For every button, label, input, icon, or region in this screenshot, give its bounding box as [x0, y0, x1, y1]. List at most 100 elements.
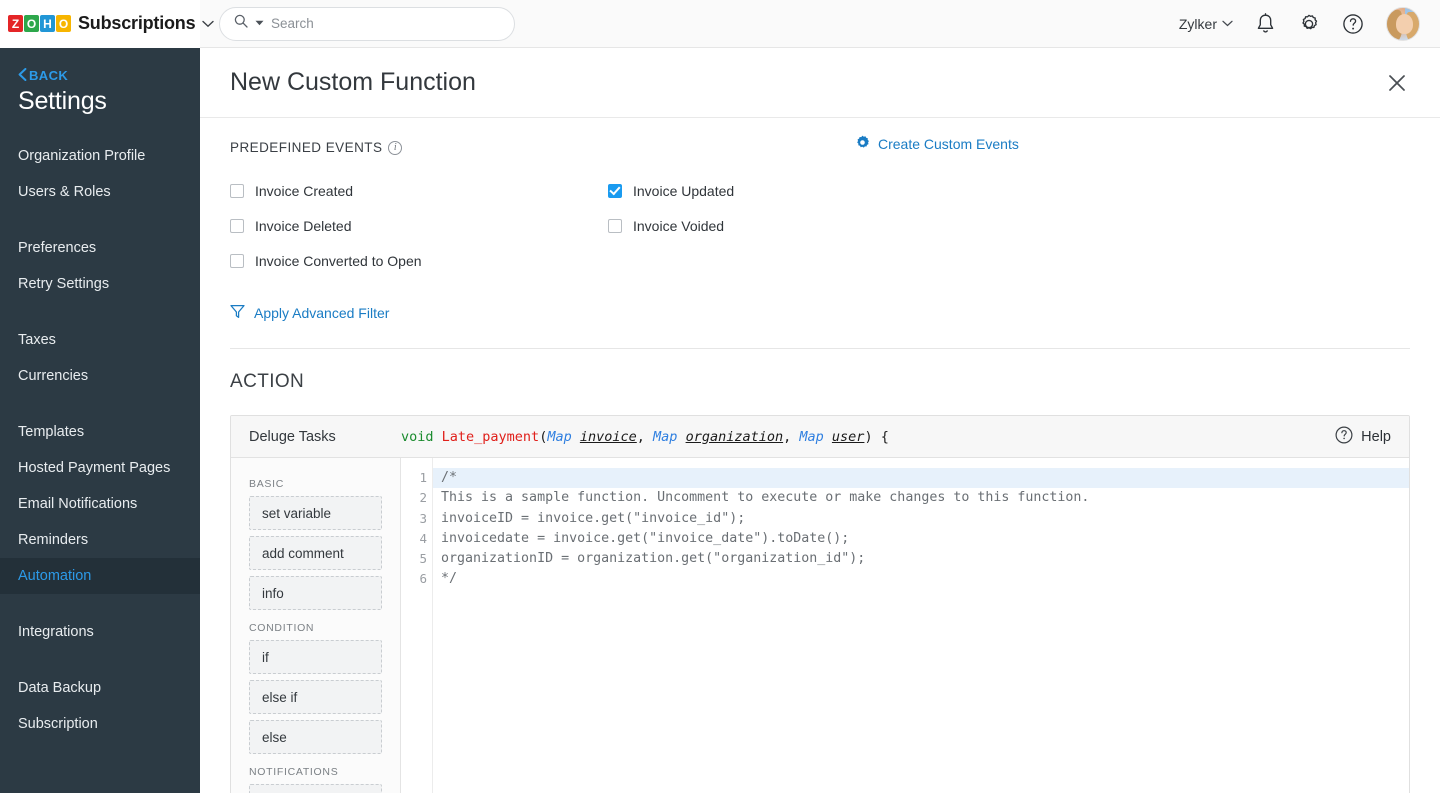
line-number: 4	[401, 529, 432, 549]
help-label: Help	[1361, 429, 1391, 445]
deluge-tasks-label: Deluge Tasks	[231, 429, 401, 445]
sidebar-item-organization-profile[interactable]: Organization Profile	[0, 138, 200, 174]
signature-param-type: Map	[653, 429, 677, 445]
main-panel: New Custom Function PREDEFINED EVENTS i …	[200, 48, 1440, 793]
task-chip-if[interactable]: if	[249, 640, 382, 674]
signature-close: ) {	[864, 429, 888, 445]
chevron-down-icon[interactable]	[202, 17, 214, 31]
sidebar-item-label: Users & Roles	[18, 184, 111, 200]
search-icon	[234, 14, 248, 33]
event-checkbox-invoice-created[interactable]: Invoice Created	[230, 173, 608, 208]
search-area: Search	[219, 7, 515, 41]
code-line-text: /*	[441, 470, 457, 485]
code-area[interactable]: /* This is a sample function. Uncomment t…	[433, 458, 1409, 793]
bell-icon[interactable]	[1255, 13, 1276, 35]
event-checkbox-invoice-updated[interactable]: Invoice Updated	[608, 173, 986, 208]
sidebar-nav: Organization Profile Users & Roles Prefere…	[0, 138, 200, 742]
sidebar-group-gap	[0, 210, 200, 230]
apply-advanced-filter-label: Apply Advanced Filter	[254, 305, 389, 321]
filter-icon	[230, 304, 245, 322]
code-line-text: organizationID = organization.get("organ…	[441, 551, 865, 566]
help-button[interactable]: Help	[1335, 426, 1409, 448]
sidebar-group-gap	[0, 594, 200, 614]
sidebar-item-data-backup[interactable]: Data Backup	[0, 670, 200, 706]
sidebar-item-label: Preferences	[18, 240, 96, 256]
line-number: 5	[401, 549, 432, 569]
sidebar-item-label: Data Backup	[18, 680, 101, 696]
sidebar-item-taxes[interactable]: Taxes	[0, 322, 200, 358]
close-icon[interactable]	[1384, 70, 1410, 96]
event-checkbox-invoice-voided[interactable]: Invoice Voided	[608, 208, 986, 243]
gear-icon[interactable]	[1298, 13, 1320, 35]
sidebar-item-subscription[interactable]: Subscription	[0, 706, 200, 742]
sidebar-group-gap	[0, 302, 200, 322]
line-number: 6	[401, 569, 432, 589]
function-signature: void Late_payment(Map invoice, Map organ…	[401, 429, 889, 445]
sidebar-item-users-roles[interactable]: Users & Roles	[0, 174, 200, 210]
signature-param-type: Map	[799, 429, 823, 445]
line-number-gutter: 123456	[401, 458, 433, 793]
signature-comma: ,	[783, 429, 799, 445]
logo-tile-o1: O	[24, 15, 39, 32]
events-grid: Invoice Created Invoice DeletedInvoice Co…	[230, 173, 1410, 278]
sidebar-item-integrations[interactable]: Integrations	[0, 614, 200, 650]
event-checkbox-invoice-deleted[interactable]: Invoice Deleted	[230, 208, 608, 243]
org-switcher[interactable]: Zylker	[1179, 16, 1233, 32]
events-column-right: Invoice UpdatedInvoice Voided	[608, 173, 986, 278]
code-line: This is a sample function. Uncomment to …	[433, 488, 1409, 508]
task-chip-else-if[interactable]: else if	[249, 680, 382, 714]
apply-advanced-filter-link[interactable]: Apply Advanced Filter	[230, 304, 1410, 322]
create-custom-events-link[interactable]: Create Custom Events	[855, 135, 1019, 153]
sig-space	[824, 429, 832, 445]
checkbox[interactable]	[230, 219, 244, 233]
code-line: */	[433, 569, 1409, 589]
sidebar-item-retry-settings[interactable]: Retry Settings	[0, 266, 200, 302]
task-chip-info[interactable]: info	[249, 576, 382, 610]
sidebar-item-hosted-payment-pages[interactable]: Hosted Payment Pages	[0, 450, 200, 486]
editor-body: BASICset variableadd commentinfoCONDITIO…	[231, 458, 1409, 793]
logo-tile-z: Z	[8, 15, 23, 32]
code-pane[interactable]: 123456 /* This is a sample function. Unco…	[401, 458, 1409, 793]
sidebar-item-label: Hosted Payment Pages	[18, 460, 170, 476]
sidebar-item-currencies[interactable]: Currencies	[0, 358, 200, 394]
back-link[interactable]: BACK	[0, 48, 200, 83]
sidebar-item-label: Integrations	[18, 624, 94, 640]
checkbox[interactable]	[608, 219, 622, 233]
chevron-left-icon	[18, 68, 27, 83]
search-input[interactable]: Search	[219, 7, 515, 41]
line-number: 3	[401, 509, 432, 529]
task-chip[interactable]	[249, 784, 382, 793]
sidebar-item-reminders[interactable]: Reminders	[0, 522, 200, 558]
code-line-text: invoiceID = invoice.get("invoice_id");	[441, 511, 745, 526]
code-editor: Deluge Tasks void Late_payment(Map invoi…	[230, 415, 1410, 793]
sidebar: BACK Settings Organization ProfileUsers …	[0, 48, 200, 793]
checkbox[interactable]	[608, 184, 622, 198]
action-section-label: ACTION	[230, 371, 1410, 393]
code-line: invoiceID = invoice.get("invoice_id");	[433, 509, 1409, 529]
checkbox[interactable]	[230, 184, 244, 198]
info-icon[interactable]: i	[388, 141, 402, 155]
sidebar-item-email-notifications[interactable]: Email Notifications	[0, 486, 200, 522]
events-column-left: Invoice Created Invoice DeletedInvoice Co…	[230, 173, 608, 278]
event-label: Invoice Created	[255, 183, 353, 199]
help-icon[interactable]	[1342, 13, 1364, 35]
back-label: BACK	[29, 68, 68, 83]
brand-area[interactable]: Z O H O Subscriptions	[0, 0, 200, 48]
sidebar-item-templates[interactable]: Templates	[0, 414, 200, 450]
code-line-text: invoicedate = invoice.get("invoice_date"…	[441, 531, 849, 546]
sidebar-group-gap	[0, 650, 200, 670]
task-chip-add-comment[interactable]: add comment	[249, 536, 382, 570]
checkbox[interactable]	[230, 254, 244, 268]
sidebar-item-preferences[interactable]: Preferences	[0, 230, 200, 266]
event-checkbox-invoice-converted-to-open[interactable]: Invoice Converted to Open	[230, 243, 608, 278]
app-root: Z O H O Subscriptions Search	[0, 0, 1440, 793]
sidebar-item-automation[interactable]: Automation	[0, 558, 200, 594]
logo-tile-h: H	[40, 15, 55, 32]
search-filter-caret-icon[interactable]	[255, 19, 264, 28]
sig-space	[434, 429, 442, 445]
zoho-logo: Z O H O	[8, 15, 71, 32]
gear-icon	[855, 135, 870, 153]
task-chip-else[interactable]: else	[249, 720, 382, 754]
task-chip-set-variable[interactable]: set variable	[249, 496, 382, 530]
avatar[interactable]	[1386, 7, 1420, 41]
